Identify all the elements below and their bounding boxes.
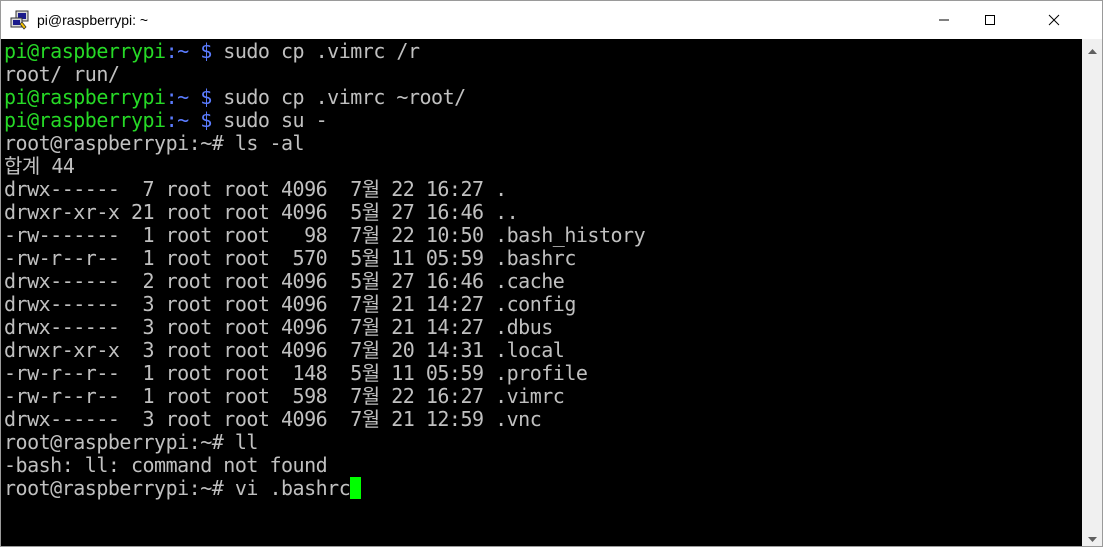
terminal-line: -rw-r--r-- 1 root root 598 7월 22 16:27 .… <box>4 384 565 408</box>
output-text: root@raspberrypi:~# ll <box>4 430 258 454</box>
output-text: drwx------ 3 root root 4096 7월 21 14:27 … <box>4 315 553 339</box>
maximize-button[interactable] <box>967 1 1013 39</box>
prompt-symbol: $ <box>188 85 212 109</box>
output-text: root/ run/ <box>4 62 120 86</box>
output-text: drwx------ 3 root root 4096 7월 21 14:27 … <box>4 292 576 316</box>
prompt-separator: : <box>165 85 178 109</box>
minimize-icon <box>938 11 950 30</box>
vertical-scrollbar[interactable] <box>1082 39 1102 546</box>
terminal-line: root@raspberrypi:~# ll <box>4 431 258 454</box>
terminal-line: pi@raspberrypi:~ $ sudo cp .vimrc ~root/ <box>4 86 466 109</box>
terminal-line: pi@raspberrypi:~ $ sudo cp .vimrc /r <box>4 40 420 63</box>
minimize-button[interactable] <box>921 1 967 39</box>
output-text: drwx------ 7 root root 4096 7월 22 16:27 … <box>4 177 507 201</box>
terminal-line: -rw-r--r-- 1 root root 570 5월 11 05:59 .… <box>4 247 576 270</box>
terminal-line: drwx------ 7 root root 4096 7월 22 16:27 … <box>4 178 507 201</box>
scrollbar-thumb[interactable] <box>1085 57 1099 527</box>
terminal-line: -bash: ll: command not found <box>4 453 328 477</box>
scroll-up-button[interactable] <box>1082 39 1102 57</box>
prompt-user: pi@raspberrypi <box>4 85 166 109</box>
prompt-separator: : <box>165 39 178 63</box>
terminal-line: root@raspberrypi:~# vi .bashrc <box>4 476 362 500</box>
terminal-line: drwxr-xr-x 3 root root 4096 7월 20 14:31 … <box>4 338 565 362</box>
terminal-line: drwx------ 3 root root 4096 7월 21 14:27 … <box>4 316 553 339</box>
close-icon <box>1048 11 1060 30</box>
output-text: drwxr-xr-x 3 root root 4096 7월 20 14:31 … <box>4 338 565 362</box>
output-text: -bash: ll: command not found <box>4 453 328 477</box>
terminal-line: root/ run/ <box>4 62 120 86</box>
terminal-line: -rw-r--r-- 1 root root 148 5월 11 05:59 .… <box>4 361 588 385</box>
output-text: -rw-r--r-- 1 root root 598 7월 22 16:27 .… <box>4 384 565 408</box>
output-text: 합계 44 <box>4 154 75 178</box>
prompt-symbol: $ <box>188 39 212 63</box>
command-text: sudo cp .vimrc /r <box>211 39 420 63</box>
prompt-path: ~ <box>177 85 189 109</box>
prompt-path: ~ <box>177 39 189 63</box>
command-text: sudo su - <box>211 108 328 132</box>
putty-icon[interactable] <box>10 10 30 30</box>
terminal-line: drwx------ 3 root root 4096 7월 21 14:27 … <box>4 293 576 316</box>
terminal-output[interactable]: pi@raspberrypi:~ $ sudo cp .vimrc /r root… <box>1 39 1082 546</box>
prompt-separator: : <box>165 108 178 132</box>
prompt-user: pi@raspberrypi <box>4 39 166 63</box>
arrow-down-icon <box>1087 528 1097 547</box>
arrow-up-icon <box>1087 39 1097 58</box>
terminal-window: pi@raspberrypi: ~ pi@raspberrypi:~ $ sud… <box>0 0 1103 547</box>
output-text: drwx------ 3 root root 4096 7월 21 12:59 … <box>4 407 542 431</box>
terminal-line: drwxr-xr-x 21 root root 4096 5월 27 16:46… <box>4 200 519 224</box>
output-text: drwxr-xr-x 21 root root 4096 5월 27 16:46… <box>4 200 519 224</box>
output-text: root@raspberrypi:~# ls -al <box>4 131 305 155</box>
prompt-symbol: $ <box>188 108 212 132</box>
command-text: sudo cp .vimrc ~root/ <box>211 85 466 109</box>
scroll-down-button[interactable] <box>1082 528 1102 546</box>
output-text: -rw-r--r-- 1 root root 570 5월 11 05:59 .… <box>4 246 576 270</box>
title-bar[interactable]: pi@raspberrypi: ~ <box>1 1 1102 39</box>
prompt-user: pi@raspberrypi <box>4 108 166 132</box>
window-title: pi@raspberrypi: ~ <box>37 12 149 28</box>
terminal-line: root@raspberrypi:~# ls -al <box>4 131 305 155</box>
output-text: -rw-r--r-- 1 root root 148 5월 11 05:59 .… <box>4 361 588 385</box>
output-text: root@raspberrypi:~# vi .bashrc <box>4 476 351 500</box>
text-cursor <box>350 477 362 499</box>
terminal-line: pi@raspberrypi:~ $ sudo su - <box>4 108 328 132</box>
prompt-path: ~ <box>177 108 189 132</box>
close-button[interactable] <box>1031 1 1077 39</box>
output-text: drwx------ 2 root root 4096 5월 27 16:46 … <box>4 269 565 293</box>
maximize-icon <box>984 11 996 30</box>
terminal-line: 합계 44 <box>4 154 75 178</box>
terminal-line: drwx------ 3 root root 4096 7월 21 12:59 … <box>4 407 542 431</box>
terminal-line: drwx------ 2 root root 4096 5월 27 16:46 … <box>4 269 565 293</box>
terminal-line: -rw------- 1 root root 98 7월 22 10:50 .b… <box>4 223 646 247</box>
output-text: -rw------- 1 root root 98 7월 22 10:50 .b… <box>4 223 646 247</box>
